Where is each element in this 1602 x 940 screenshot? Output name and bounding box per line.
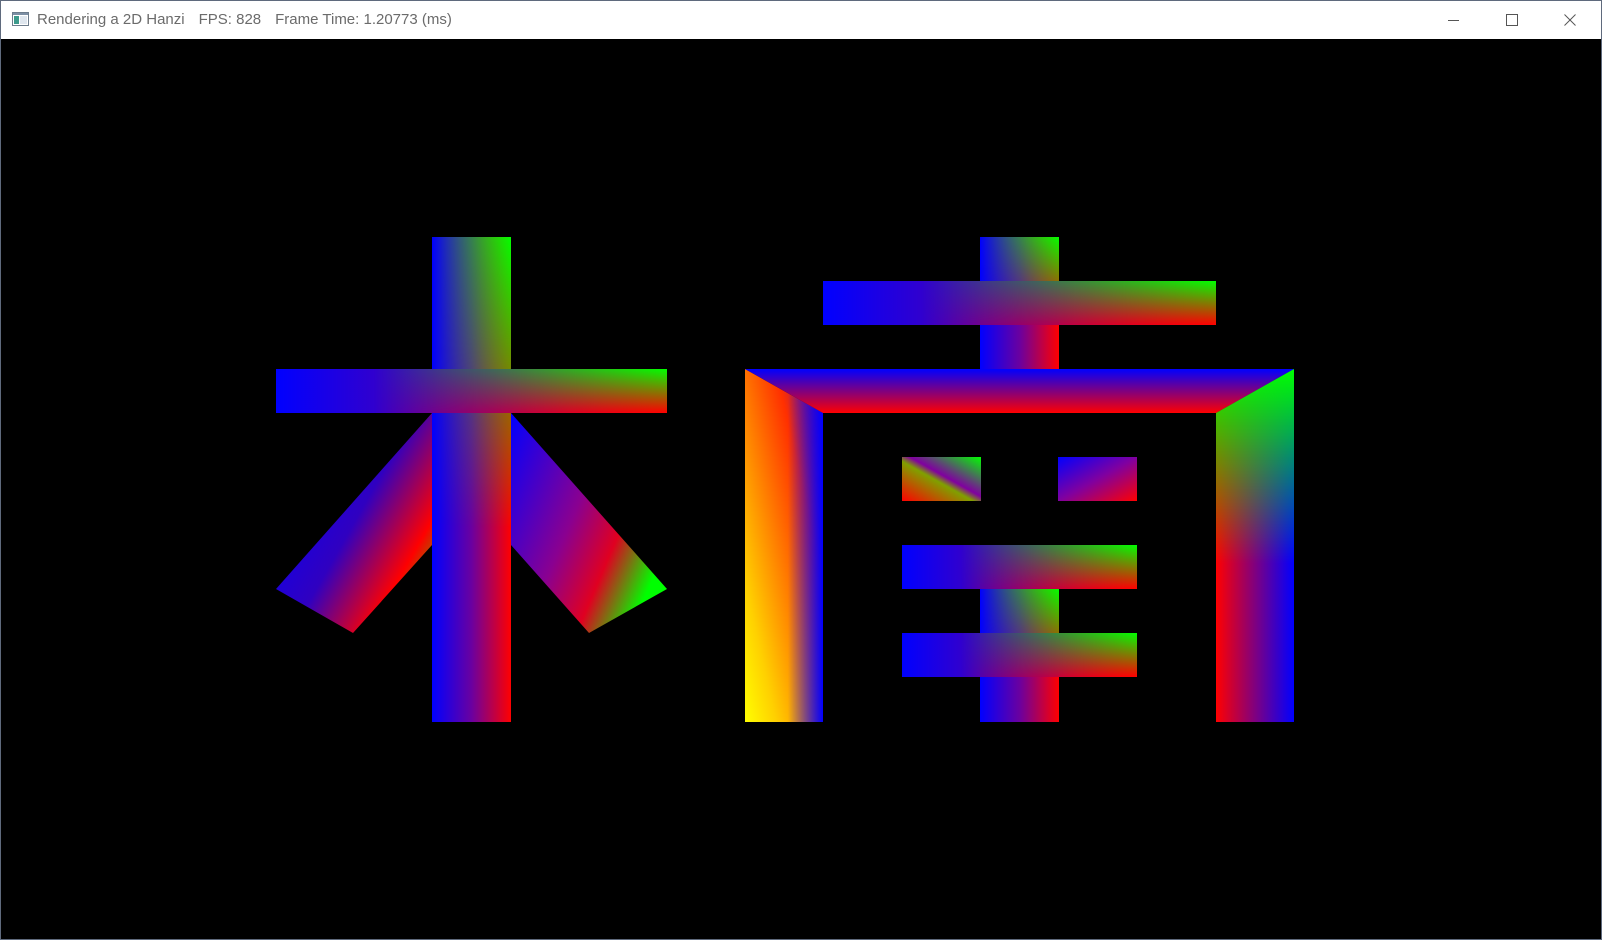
maximize-button[interactable] [1483,1,1541,39]
mu-right-slant [511,413,667,633]
nan-frame-left [745,369,823,722]
frame-time-readout: Frame Time: 1.20773 (ms) [275,11,452,28]
minimize-button[interactable] [1425,1,1483,39]
nan-inner-horizontal-2 [902,633,1137,677]
nan-inner-horizontal-1 [902,545,1137,589]
close-icon [1564,14,1576,26]
hanzi-nan [745,237,1294,722]
minimize-icon [1448,20,1459,21]
title-bar[interactable]: Rendering a 2D Hanzi FPS: 828 Frame Time: … [1,1,1601,39]
hanzi-mu [276,237,667,722]
mu-left-slant [276,413,432,633]
nan-frame-right [1216,369,1294,722]
nan-left-dot [902,457,981,501]
hanzi-render [276,237,1294,722]
window-title: Rendering a 2D Hanzi FPS: 828 Frame Time: … [37,1,466,39]
nan-right-dot [1058,457,1137,501]
render-canvas[interactable] [1,39,1601,939]
fps-readout: FPS: 828 [198,11,262,28]
app-window-icon [12,12,29,26]
nan-top-horizontal [823,281,1216,325]
app-title: Rendering a 2D Hanzi [37,11,185,28]
nan-frame-top [745,369,1294,413]
mu-horizontal-stroke [276,369,667,413]
maximize-icon [1506,14,1518,26]
mu-vertical-stroke [432,237,511,722]
close-button[interactable] [1541,1,1599,39]
application-window: Rendering a 2D Hanzi FPS: 828 Frame Time: … [0,0,1602,940]
